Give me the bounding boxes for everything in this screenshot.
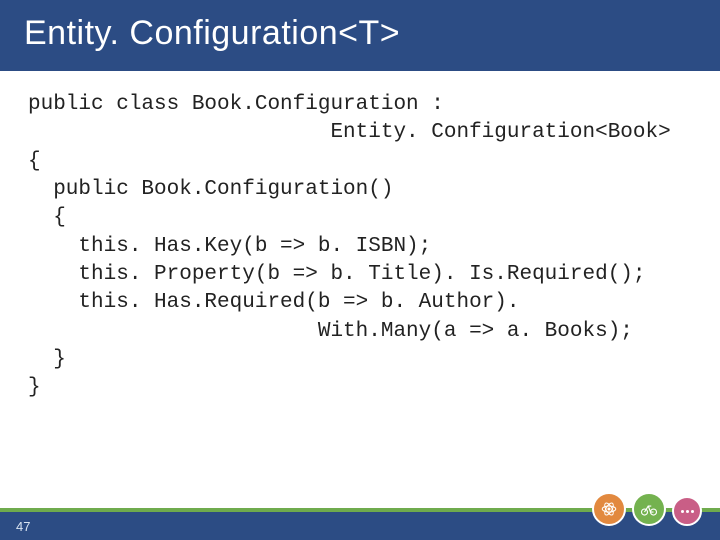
bike-icon xyxy=(632,492,666,526)
slide-title: Entity. Configuration<T> xyxy=(0,0,720,71)
badge-group xyxy=(592,492,702,526)
chat-icon xyxy=(672,496,702,526)
slide-number: 47 xyxy=(16,519,30,534)
code-snippet: public class Book.Configuration : Entity… xyxy=(0,71,720,403)
atom-icon xyxy=(592,492,626,526)
slide: Entity. Configuration<T> public class Bo… xyxy=(0,0,720,540)
